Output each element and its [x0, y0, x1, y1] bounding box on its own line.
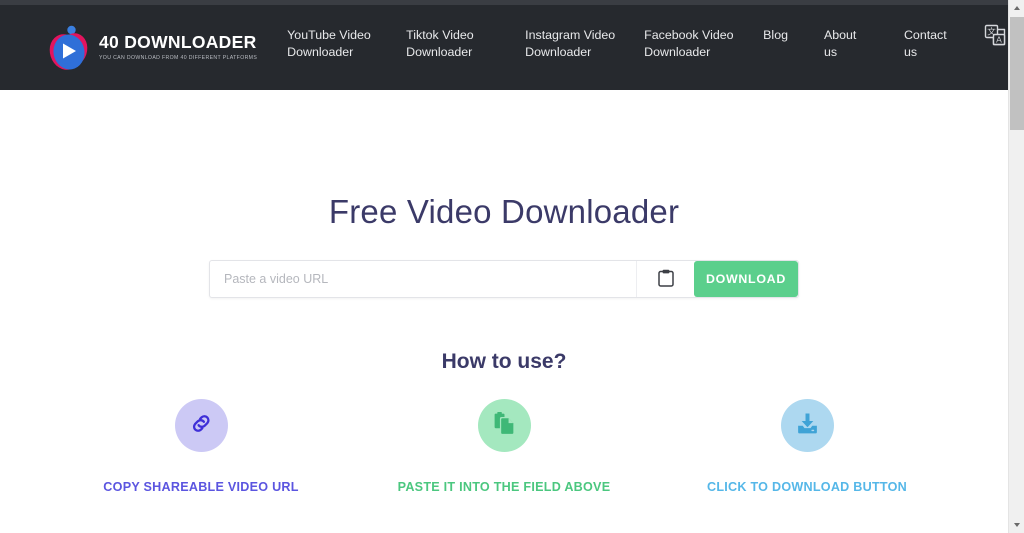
- main-navigation: YouTube Video Downloader Tiktok Video Do…: [287, 5, 1023, 90]
- nav-item-instagram-video-downloader[interactable]: Instagram Video Downloader: [525, 27, 617, 61]
- step-label: PASTE IT INTO THE FIELD ABOVE: [397, 480, 611, 494]
- nav-label-line2: Downloader: [287, 45, 354, 59]
- url-search-row: DOWNLOAD: [0, 260, 1008, 298]
- scrollbar-up-button[interactable]: [1009, 0, 1024, 16]
- site-logo[interactable]: 40 DOWNLOADER YOU CAN DOWNLOAD FROM 40 D…: [45, 20, 257, 75]
- nav-item-tiktok-video-downloader[interactable]: Tiktok Video Downloader: [406, 27, 498, 61]
- step-icon-circle: [174, 399, 228, 452]
- clipboard-icon: [657, 269, 674, 290]
- logo-tagline: YOU CAN DOWNLOAD FROM 40 DIFFERENT PLATF…: [99, 55, 258, 62]
- site-header: 40 DOWNLOADER YOU CAN DOWNLOAD FROM 40 D…: [0, 5, 1023, 90]
- nav-item-blog[interactable]: Blog: [763, 27, 788, 44]
- nav-label-line1: Facebook Video: [644, 28, 734, 42]
- nav-label-line1: Contact: [903, 28, 947, 42]
- howto-steps: COPY SHAREABLE VIDEO URL PASTE IT INTO T…: [0, 399, 1008, 494]
- page-title: Free Video Downloader: [328, 193, 680, 230]
- download-tray-icon: [795, 411, 820, 441]
- nav-item-about-us[interactable]: About us: [824, 27, 866, 61]
- scrollbar-down-button[interactable]: [1009, 517, 1024, 533]
- browser-viewport: 40 DOWNLOADER YOU CAN DOWNLOAD FROM 40 D…: [0, 0, 1024, 533]
- scrollbar-thumb[interactable]: [1010, 17, 1024, 130]
- nav-label-line2: us: [823, 45, 838, 59]
- nav-item-facebook-video-downloader[interactable]: Facebook Video Downloader: [644, 27, 736, 61]
- step-label: COPY SHAREABLE VIDEO URL: [103, 480, 299, 494]
- download-button[interactable]: DOWNLOAD: [694, 261, 798, 297]
- nav-label-line2: Downloader: [644, 45, 711, 59]
- nav-label-line1: Instagram Video: [525, 28, 616, 42]
- url-input[interactable]: [210, 261, 636, 297]
- scroll-down-icon: [1013, 523, 1020, 527]
- page-scrollbar[interactable]: [1008, 0, 1024, 533]
- paste-button[interactable]: [636, 261, 694, 297]
- play-circle-logo-icon: [45, 20, 97, 75]
- nav-item-youtube-video-downloader[interactable]: YouTube Video Downloader: [287, 27, 379, 61]
- howto-title: How to use?: [441, 350, 567, 373]
- logo-title: 40 DOWNLOADER: [99, 32, 257, 52]
- step-icon-circle: [780, 399, 834, 452]
- nav-label-line2: us: [903, 45, 918, 59]
- nav-label-line1: About: [823, 28, 857, 42]
- paste-documents-icon: [492, 411, 517, 441]
- nav-label-line1: YouTube Video: [287, 28, 371, 42]
- step-copy-url: COPY SHAREABLE VIDEO URL: [50, 399, 353, 494]
- translate-icon: 文 A: [984, 24, 1008, 53]
- step-paste-url: PASTE IT INTO THE FIELD ABOVE: [353, 399, 656, 494]
- step-icon-circle: [477, 399, 531, 452]
- nav-label-line2: Downloader: [525, 45, 592, 59]
- logo-text-block: 40 DOWNLOADER YOU CAN DOWNLOAD FROM 40 D…: [99, 32, 258, 62]
- scroll-up-icon: [1013, 6, 1020, 10]
- svg-text:A: A: [996, 35, 1002, 45]
- link-icon: [189, 411, 214, 441]
- nav-label-line1: Blog: [763, 28, 788, 42]
- step-label: CLICK TO DOWNLOAD BUTTON: [706, 480, 908, 494]
- step-click-download: CLICK TO DOWNLOAD BUTTON: [656, 399, 959, 494]
- url-search-box: DOWNLOAD: [209, 260, 799, 298]
- nav-item-contact-us[interactable]: Contact us: [903, 27, 947, 61]
- nav-label-line2: Downloader: [406, 45, 473, 59]
- nav-label-line1: Tiktok Video: [406, 28, 474, 42]
- main-content: Free Video Downloader DOWNLOAD How to us…: [0, 90, 1008, 533]
